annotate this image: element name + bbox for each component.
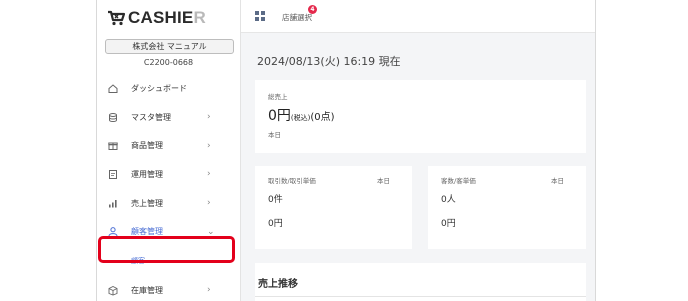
app-frame: CASHIER 株式会社 マニュアル C2200-0668 ダッシュボード マス… xyxy=(96,0,596,301)
sidebar-item-label: 商品管理 xyxy=(131,141,163,151)
company-code: C2200-0668 xyxy=(143,58,194,67)
document-icon xyxy=(107,169,118,180)
sidebar-nav: ダッシュボード マスタ管理 › 商品管理 › 運用管理 › 売上管理 › 顧客管… xyxy=(97,74,240,301)
transactions-period: 本日 xyxy=(377,177,390,185)
sidebar-item-label: ダッシュボード xyxy=(131,83,187,93)
sidebar-item-dashboard[interactable]: ダッシュボード xyxy=(97,74,240,103)
database-icon xyxy=(107,112,118,123)
sales-trend-title: 売上推移 xyxy=(258,279,298,290)
cart-logo-icon xyxy=(107,10,125,26)
divider xyxy=(255,296,586,297)
bar-chart-icon xyxy=(107,198,118,209)
gift-icon xyxy=(107,140,118,151)
transactions-count: 0件 xyxy=(268,195,283,205)
store-select-link[interactable]: 店舗選択 xyxy=(282,12,312,23)
customers-count: 0人 xyxy=(441,195,456,205)
top-header: 店舗選択 4 xyxy=(241,0,595,33)
highlight-box xyxy=(98,236,235,263)
transactions-label: 取引数/取引単価 xyxy=(268,177,316,185)
home-icon xyxy=(107,83,118,94)
sidebar-item-label: 運用管理 xyxy=(131,169,163,179)
notification-badge: 4 xyxy=(308,5,317,14)
current-datetime: 2024/08/13(火) 16:19 現在 xyxy=(257,55,401,68)
total-sales-value: 0円(税込)(0点) xyxy=(268,108,335,124)
customers-label: 客数/客単価 xyxy=(441,177,476,185)
sidebar-item-inventory[interactable]: 在庫管理 › xyxy=(97,276,240,301)
chevron-right-icon: › xyxy=(207,112,211,123)
sidebar-item-label: 在庫管理 xyxy=(131,285,163,295)
logo-text: CASHIER xyxy=(128,8,206,27)
customers-period: 本日 xyxy=(551,177,564,185)
total-sales-label: 総売上 xyxy=(268,93,288,101)
grid-menu-icon[interactable] xyxy=(255,11,265,21)
total-sales-period: 本日 xyxy=(268,131,281,139)
chevron-right-icon: › xyxy=(207,198,211,209)
sidebar-item-sales[interactable]: 売上管理 › xyxy=(97,189,240,218)
sidebar-item-master[interactable]: マスタ管理 › xyxy=(97,103,240,132)
sidebar: CASHIER 株式会社 マニュアル C2200-0668 ダッシュボード マス… xyxy=(97,0,241,301)
sidebar-item-label: マスタ管理 xyxy=(131,112,171,122)
sales-trend-card: 売上推移 xyxy=(255,263,586,301)
chevron-right-icon: › xyxy=(207,285,211,296)
transactions-card: 取引数/取引単価 本日 0件 0円 xyxy=(255,166,412,249)
box-icon xyxy=(107,285,118,296)
sidebar-item-products[interactable]: 商品管理 › xyxy=(97,131,240,160)
sidebar-item-operations[interactable]: 運用管理 › xyxy=(97,160,240,189)
logo[interactable]: CASHIER xyxy=(107,7,206,29)
company-name-badge: 株式会社 マニュアル xyxy=(105,39,234,54)
sidebar-item-label: 売上管理 xyxy=(131,198,163,208)
customers-card: 客数/客単価 本日 0人 0円 xyxy=(428,166,586,249)
chevron-right-icon: › xyxy=(207,169,211,180)
transactions-unit-price: 0円 xyxy=(268,219,283,229)
customers-unit-price: 0円 xyxy=(441,219,456,229)
total-sales-card: 総売上 0円(税込)(0点) 本日 xyxy=(255,80,586,153)
chevron-right-icon: › xyxy=(207,140,211,151)
